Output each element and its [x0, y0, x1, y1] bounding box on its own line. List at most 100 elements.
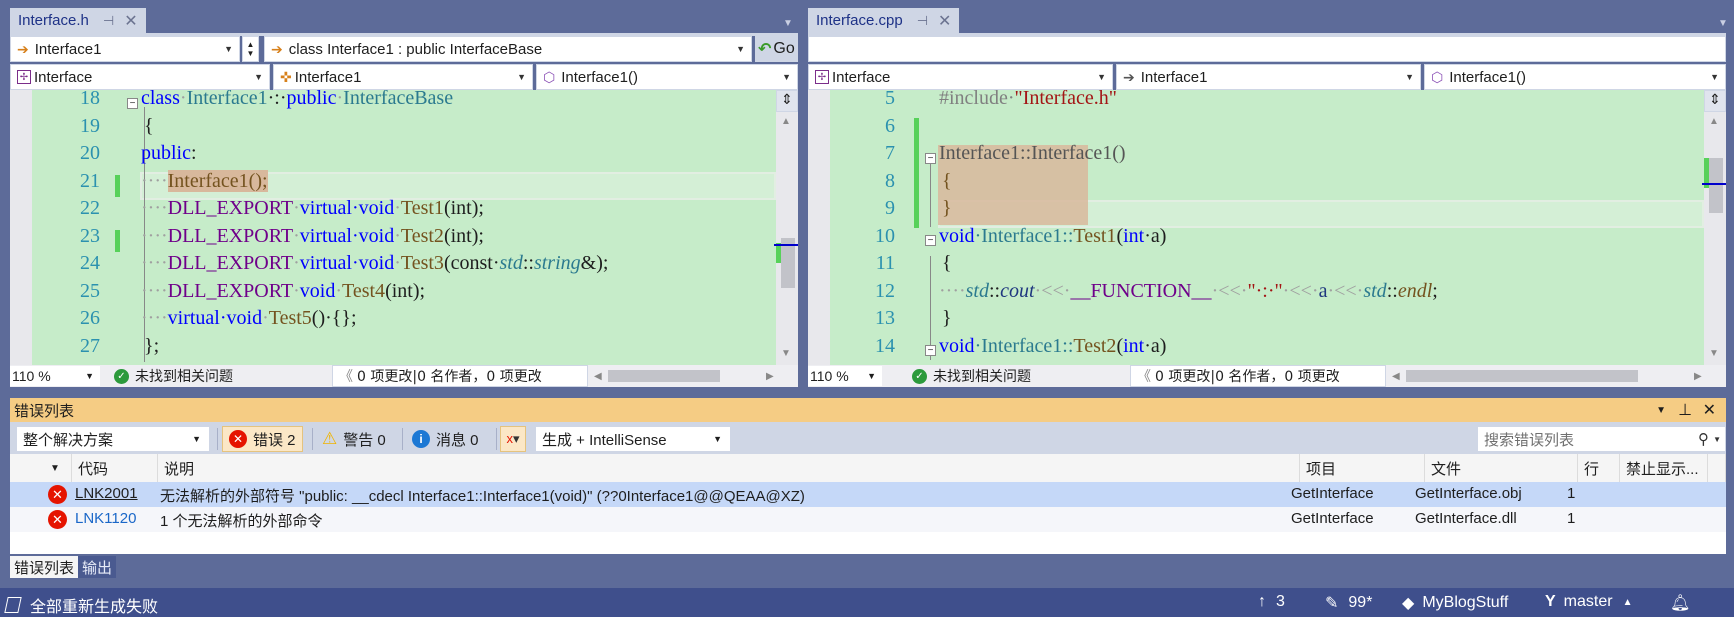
bottom-tool-tabs: 错误列表 输出 — [10, 556, 117, 578]
horizontal-scroll-thumb[interactable] — [1406, 370, 1638, 382]
filter-sort-icon[interactable]: ▼ — [42, 454, 72, 482]
scroll-left-icon[interactable]: ◀ — [1392, 371, 1400, 382]
split-icon[interactable]: ⇕ — [776, 90, 798, 112]
column-header-line[interactable]: 行 — [1578, 454, 1620, 482]
notifications-bell-icon[interactable]: 🔔︎ — [1670, 593, 1690, 613]
filter-button[interactable]: x▾ — [500, 426, 526, 452]
tab-error-list[interactable]: 错误列表 — [10, 556, 79, 578]
member-combo[interactable]: ➔ class Interface1 : public InterfaceBas… — [264, 36, 752, 62]
column-header-project[interactable]: 项目 — [1300, 454, 1425, 482]
chevron-down-icon: ▼ — [192, 434, 201, 444]
scope-filter-combo[interactable]: 整个解决方案 ▼ — [16, 426, 210, 452]
pending-changes[interactable]: ✎ 99* — [1325, 593, 1372, 613]
error-code-link[interactable]: LNK1120 — [75, 510, 136, 527]
keyword: public — [141, 142, 191, 164]
whitespace: ···· — [141, 252, 168, 274]
class-combo[interactable]: ➔ Interface1 ▼ — [1116, 64, 1421, 90]
macro: DLL_EXPORT — [167, 197, 294, 219]
column-header-description[interactable]: 说明 — [158, 454, 1300, 482]
chevron-down-icon[interactable]: ▼ — [1713, 435, 1721, 444]
fold-toggle-icon[interactable]: − — [925, 153, 936, 164]
pin-icon[interactable]: ⊥ — [1678, 400, 1692, 420]
arrow-right-icon: ➔ — [271, 40, 283, 57]
pin-icon[interactable]: ⊣ — [917, 13, 928, 29]
scroll-right-icon[interactable]: ▶ — [1694, 371, 1702, 382]
column-header-suppression[interactable]: 禁止显示... — [1620, 454, 1708, 482]
code-line: ····DLL_EXPORT·void·Test4(int); — [141, 279, 426, 302]
column-header-file[interactable]: 文件 — [1425, 454, 1578, 482]
push-commits[interactable]: ↑ 3 — [1258, 593, 1285, 611]
code-editor-right[interactable]: − − − 5 6 7 8 9 10 11 12 13 14 #include·… — [808, 90, 1704, 365]
panel-menu-chevron-icon[interactable]: ▼ — [1656, 405, 1666, 416]
error-description: 无法解析的外部符号 "public: __cdecl Interface1::I… — [160, 488, 805, 505]
scroll-thumb[interactable] — [1709, 158, 1723, 213]
errors-count: 错误 2 — [253, 431, 296, 449]
codelens-changes[interactable]: 《 0 项更改|0 名作者，0 项更改 — [332, 365, 588, 387]
close-icon[interactable]: ✕ — [938, 11, 951, 31]
codelens-changes[interactable]: 《 0 项更改|0 名作者，0 项更改 — [1130, 365, 1386, 387]
zoom-combo[interactable]: 110 % ▼ — [808, 366, 882, 386]
params: ·a) — [1144, 334, 1167, 357]
split-icon[interactable]: ⇕ — [1704, 90, 1726, 112]
scope-spinner[interactable]: ▲ ▼ — [242, 36, 259, 62]
fold-toggle-icon[interactable]: − — [127, 98, 138, 109]
pin-icon[interactable]: ⊣ — [103, 13, 114, 29]
column-header-code[interactable]: 代码 — [72, 454, 158, 482]
tab-interface-cpp[interactable]: Interface.cpp ⊣ ✕ — [808, 8, 960, 33]
project-combo[interactable]: ✢ Interface ▼ — [808, 64, 1113, 90]
scroll-right-icon[interactable]: ▶ — [766, 371, 774, 382]
git-repo-icon: ◆ — [1402, 595, 1415, 612]
fold-toggle-icon[interactable]: − — [925, 235, 936, 246]
scroll-down-icon[interactable]: ▼ — [781, 348, 791, 359]
scroll-up-icon[interactable]: ▲ — [1709, 116, 1719, 127]
function-value: Interface1() — [561, 68, 638, 86]
fold-toggle-icon[interactable]: − — [925, 345, 936, 356]
zoom-value: 110 % — [12, 368, 51, 384]
close-icon[interactable]: ✕ — [124, 11, 137, 31]
scroll-up-icon[interactable]: ▲ — [781, 116, 791, 127]
tab-overflow-chevron-icon[interactable]: ▼ — [1718, 18, 1728, 29]
params: ()·{}; — [311, 307, 357, 329]
errors-filter-toggle[interactable]: ✕ 错误 2 — [222, 426, 303, 452]
tab-overflow-chevron-icon[interactable]: ▼ — [783, 18, 793, 29]
project-combo[interactable]: ✢ Interface ▼ — [10, 64, 270, 90]
vertical-scrollbar[interactable]: ⇕ ▲ ▼ — [774, 90, 798, 365]
go-button[interactable]: ↶ Go — [755, 36, 798, 62]
scope-combo-empty[interactable] — [808, 36, 1726, 62]
horizontal-scroll-thumb[interactable] — [608, 370, 720, 382]
namespace: std — [1363, 279, 1387, 302]
function-name: Test5 — [268, 307, 312, 329]
class-combo[interactable]: ✜ Interface1 ▼ — [273, 64, 533, 90]
messages-filter-toggle[interactable]: i 消息 0 — [406, 426, 485, 452]
arrow-right-icon: ➔ — [17, 40, 29, 57]
zoom-combo[interactable]: 110 % ▼ — [10, 366, 100, 386]
close-icon[interactable]: ✕ — [1703, 400, 1716, 420]
macro: DLL_EXPORT — [167, 252, 294, 274]
warnings-filter-toggle[interactable]: ⚠ 警告 0 — [316, 426, 392, 452]
function-combo[interactable]: ⬡ Interface1() ▼ — [1424, 64, 1726, 90]
scope-combo[interactable]: ➔ Interface1 ▼ — [10, 36, 240, 62]
repo-name: MyBlogStuff — [1422, 594, 1509, 611]
spin-down-icon[interactable]: ▼ — [247, 49, 255, 58]
spin-up-icon[interactable]: ▲ — [247, 40, 255, 49]
search-input[interactable]: 搜索错误列表 ⚲ ▼ — [1477, 426, 1726, 452]
scroll-left-icon[interactable]: ◀ — [594, 371, 602, 382]
tab-output[interactable]: 输出 — [78, 556, 117, 578]
issues-status[interactable]: 未找到相关问题 — [135, 366, 233, 386]
code-editor-left[interactable]: − 18 19 20 21 22 23 24 25 26 27 class·In… — [10, 90, 776, 365]
table-row[interactable]: ✕ LNK2001 无法解析的外部符号 "public: __cdecl Int… — [10, 482, 1726, 507]
repository-selector[interactable]: ◆ MyBlogStuff — [1402, 593, 1508, 613]
namespace: std — [965, 279, 989, 302]
tab-interface-h[interactable]: Interface.h ⊣ ✕ — [10, 8, 146, 33]
function-combo[interactable]: ⬡ Interface1() ▼ — [536, 64, 798, 90]
change-marker — [115, 230, 120, 252]
search-icon[interactable]: ⚲ — [1698, 430, 1709, 448]
vertical-scrollbar[interactable]: ⇕ ▲ ▼ — [1702, 90, 1726, 365]
branch-selector[interactable]: Y master ▲ — [1545, 593, 1632, 611]
scroll-down-icon[interactable]: ▼ — [1709, 348, 1719, 359]
error-code-link[interactable]: LNK2001 — [75, 485, 138, 502]
punct: :: — [1386, 279, 1398, 302]
issues-status[interactable]: 未找到相关问题 — [933, 366, 1031, 386]
source-filter-combo[interactable]: 生成 + IntelliSense ▼ — [535, 426, 731, 452]
table-row[interactable]: ✕ LNK1120 1 个无法解析的外部命令 GetInterface GetI… — [10, 507, 1726, 532]
